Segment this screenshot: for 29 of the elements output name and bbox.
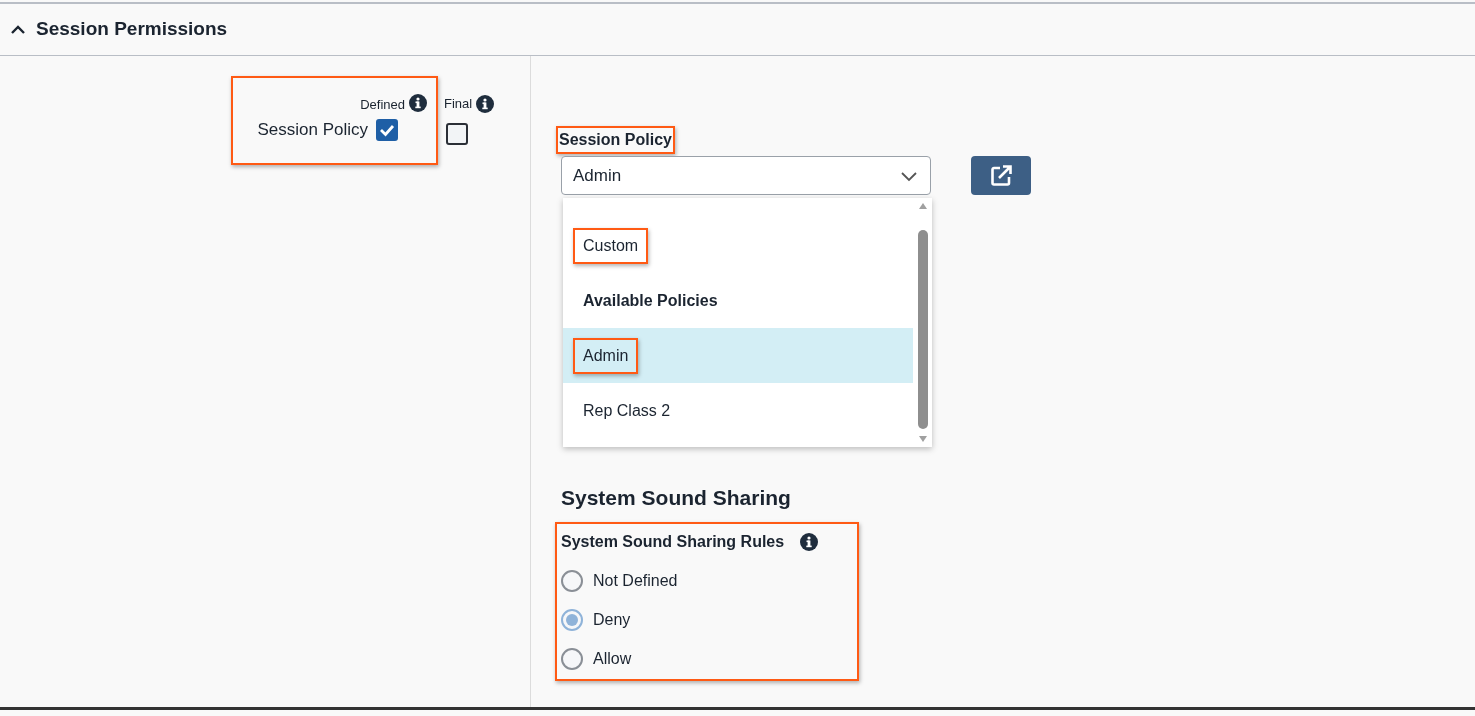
policy-select[interactable]: Admin bbox=[561, 156, 931, 195]
radio-button[interactable] bbox=[561, 570, 583, 593]
checkbox[interactable] bbox=[376, 118, 398, 141]
dropdown-option[interactable]: Custom bbox=[563, 218, 913, 273]
field-label: System Sound Sharing Rules bbox=[561, 532, 785, 553]
scrollbar-thumb[interactable] bbox=[917, 230, 928, 429]
radio-button[interactable] bbox=[561, 609, 583, 632]
section-title: Session Permissions bbox=[36, 18, 228, 41]
row-label: Session Policy bbox=[257, 119, 368, 141]
radio-option[interactable]: Allow bbox=[561, 647, 632, 672]
column-label: Defined bbox=[360, 96, 405, 115]
dropdown-option[interactable]: Rep Class 2 bbox=[563, 383, 913, 438]
info-icon[interactable] bbox=[800, 533, 819, 552]
checkbox[interactable] bbox=[446, 122, 468, 145]
info-icon[interactable] bbox=[476, 94, 495, 113]
scroll-up-icon[interactable] bbox=[917, 202, 928, 210]
scroll-down-icon[interactable] bbox=[917, 435, 928, 443]
column-label: Final bbox=[444, 95, 473, 113]
radio-button[interactable] bbox=[561, 648, 583, 671]
radio-option[interactable]: Not Defined bbox=[561, 569, 678, 594]
section-heading: System Sound Sharing bbox=[561, 485, 792, 511]
field-label: Session Policy bbox=[556, 126, 675, 154]
radio-option[interactable]: Deny bbox=[561, 608, 631, 633]
info-icon[interactable] bbox=[409, 94, 427, 112]
chevron-down-icon bbox=[900, 169, 918, 182]
open-external-button[interactable] bbox=[971, 156, 1031, 195]
dropdown-option[interactable]: Admin bbox=[563, 328, 913, 383]
option-group-label: Available Policies bbox=[583, 290, 718, 311]
external-link-icon bbox=[989, 163, 1013, 188]
